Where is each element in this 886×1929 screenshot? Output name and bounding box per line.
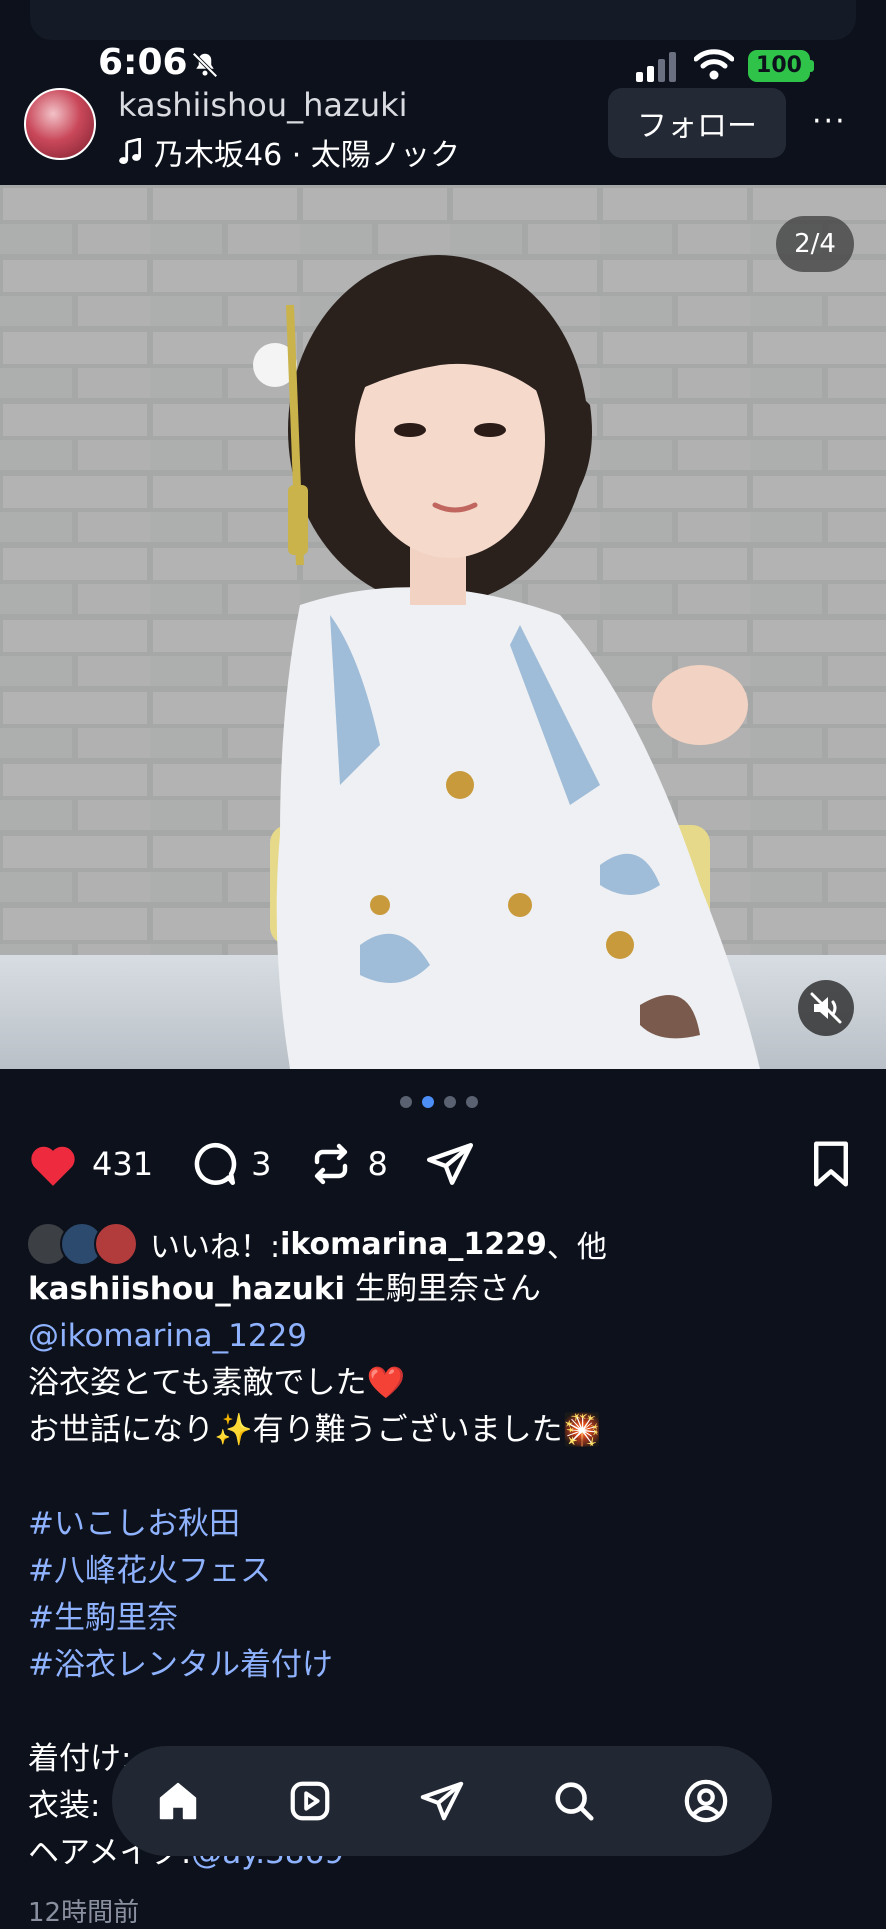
mute-button[interactable] xyxy=(798,980,854,1036)
profile-icon xyxy=(684,1779,728,1823)
caption-mention[interactable]: @ikomarina_1229 xyxy=(28,1313,848,1360)
post-timestamp: 12時間前 xyxy=(28,1898,140,1928)
hashtag[interactable]: #いこしお秋田 xyxy=(28,1501,848,1548)
nav-search[interactable] xyxy=(546,1773,602,1829)
nav-video[interactable] xyxy=(282,1773,338,1829)
music-info[interactable]: 乃木坂46 · 太陽ノック xyxy=(118,130,460,174)
more-options-icon[interactable]: ··· xyxy=(812,104,847,139)
search-icon xyxy=(555,1782,594,1821)
follow-button[interactable]: フォロー xyxy=(608,88,786,158)
repost-icon[interactable] xyxy=(307,1139,355,1189)
liked-by-user[interactable]: ikomarina_1229 xyxy=(280,1227,547,1262)
wifi-icon xyxy=(694,49,734,80)
top-ghost-bar xyxy=(30,0,856,40)
music-label: 乃木坂46 · 太陽ノック xyxy=(154,138,461,173)
video-icon xyxy=(290,1781,330,1821)
music-note-icon xyxy=(119,138,142,165)
bottom-nav xyxy=(112,1746,772,1856)
bell-slash-icon xyxy=(192,52,218,78)
liked-by-prefix: いいね！: xyxy=(150,1230,281,1265)
like-count[interactable]: 431 xyxy=(92,1145,153,1183)
battery-nub xyxy=(810,60,814,72)
nav-messages[interactable] xyxy=(414,1773,470,1829)
action-bar: 431 3 8 xyxy=(26,1138,476,1190)
hashtag[interactable]: #生駒里奈 xyxy=(28,1595,848,1642)
carousel-dot xyxy=(466,1096,478,1108)
caption-text: 生駒里奈さん xyxy=(345,1271,541,1307)
post-photo[interactable] xyxy=(0,185,886,1069)
hashtag[interactable]: #浴衣レンタル着付け xyxy=(28,1642,848,1689)
author-username[interactable]: kashiishou_hazuki xyxy=(118,86,408,124)
heart-icon[interactable] xyxy=(26,1140,80,1188)
caption-line: kashiishou_hazuki 生駒里奈さん xyxy=(28,1266,848,1313)
caption-author[interactable]: kashiishou_hazuki xyxy=(28,1271,345,1307)
nav-profile[interactable] xyxy=(678,1773,734,1829)
caption-text: お世話になり✨有り難うございました🎇 xyxy=(28,1412,602,1448)
home-icon xyxy=(159,1782,197,1820)
comment-icon[interactable] xyxy=(189,1139,239,1189)
repost-count[interactable]: 8 xyxy=(367,1145,387,1183)
media-counter: 2/4 xyxy=(776,216,854,272)
status-time: 6:06 xyxy=(98,42,188,83)
comment-count[interactable]: 3 xyxy=(251,1145,271,1183)
speaker-muted-icon xyxy=(810,992,842,1024)
signal-icon xyxy=(636,52,676,82)
bookmark-icon[interactable] xyxy=(808,1140,854,1188)
share-icon[interactable] xyxy=(424,1139,476,1189)
nav-home[interactable] xyxy=(150,1773,206,1829)
battery-indicator: 100 xyxy=(748,50,810,82)
caption-text: 浴衣姿とても素敵でした❤️ xyxy=(28,1365,406,1401)
liked-by-suffix[interactable]: 、他 xyxy=(547,1222,607,1266)
carousel-dot xyxy=(400,1096,412,1108)
carousel-dots xyxy=(400,1096,478,1108)
send-icon xyxy=(420,1781,464,1821)
carousel-dot xyxy=(444,1096,456,1108)
carousel-dot-active xyxy=(422,1096,434,1108)
liked-by-row[interactable]: いいね！: ikomarina_1229 、他 xyxy=(26,1222,607,1266)
hashtag[interactable]: #八峰花火フェス xyxy=(28,1548,848,1595)
author-avatar[interactable] xyxy=(24,88,96,160)
liker-avatar xyxy=(94,1222,138,1266)
